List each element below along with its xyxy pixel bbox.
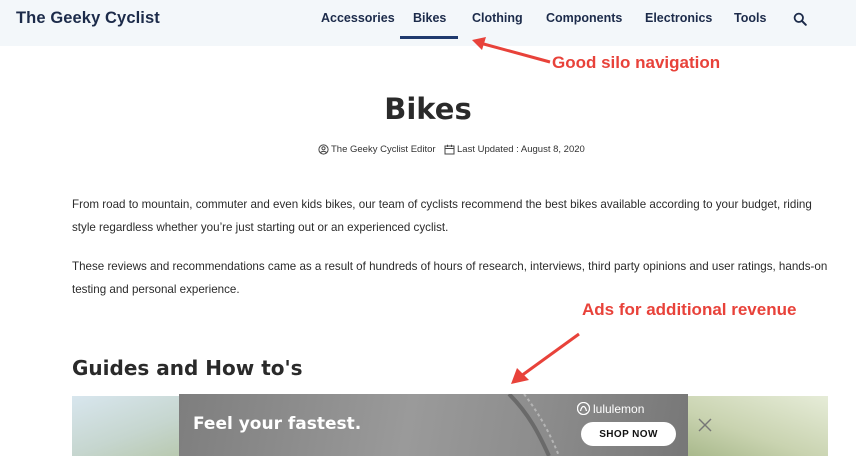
page-title: Bikes — [384, 92, 472, 126]
nav-item-bikes[interactable]: Bikes — [413, 11, 446, 25]
lululemon-logo-icon — [577, 402, 590, 415]
ad-brand: lululemon — [593, 402, 645, 416]
annotation-ads-label: Ads for additional revenue — [582, 300, 797, 319]
annotation-arrow-nav — [472, 37, 551, 64]
intro-paragraph: From road to mountain, commuter and even… — [72, 198, 812, 234]
user-circle-icon — [318, 144, 329, 155]
search-icon[interactable] — [793, 12, 807, 26]
annotation-nav-label: Good silo navigation — [552, 53, 721, 72]
author-name[interactable]: The Geeky Cyclist Editor — [331, 144, 436, 155]
research-paragraph: These reviews and recommendations came a… — [72, 260, 828, 296]
nav-item-tools[interactable]: Tools — [734, 11, 766, 25]
site-header: The Geeky Cyclist Accessories Bikes Clot… — [0, 0, 856, 46]
ad-headline: Feel your fastest. — [193, 414, 362, 434]
section-heading: Guides and How to's — [72, 356, 303, 380]
active-nav-indicator — [400, 36, 458, 39]
nav-item-components[interactable]: Components — [546, 11, 622, 25]
shop-now-button[interactable]: SHOP NOW — [581, 422, 676, 446]
guide-thumbnail-left[interactable] — [72, 396, 180, 456]
nav-item-electronics[interactable]: Electronics — [645, 11, 712, 25]
site-logo[interactable]: The Geeky Cyclist — [16, 9, 160, 28]
last-updated: Last Updated : August 8, 2020 — [457, 144, 585, 155]
annotation-arrow-ads — [511, 332, 580, 384]
ad-banner[interactable]: Feel your fastest. lululemon SHOP NOW — [179, 394, 688, 456]
close-icon[interactable] — [697, 417, 713, 433]
calendar-icon — [444, 144, 455, 155]
nav-item-clothing[interactable]: Clothing — [472, 11, 523, 25]
nav-item-accessories[interactable]: Accessories — [321, 11, 395, 25]
